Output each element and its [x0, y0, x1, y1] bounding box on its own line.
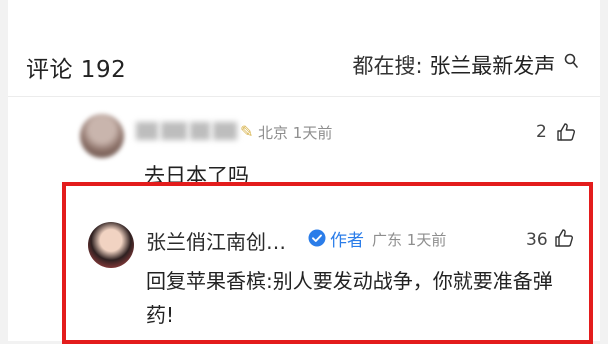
author-tag: 作者 [330, 231, 364, 251]
highlight-box: 张兰俏江南创… 作者 广东 1天前 36 回复苹果香槟:别人要发动战争，你就要准… [62, 182, 593, 344]
comment-location: 北京 [258, 124, 289, 142]
thumbs-up-icon[interactable] [554, 228, 574, 248]
blurred-username [136, 122, 240, 142]
trending-search[interactable]: 都在搜: 张兰最新发声 [353, 50, 578, 80]
trending-query[interactable]: 张兰最新发声 [429, 54, 555, 78]
header-divider [8, 96, 600, 97]
comment-time: 1天前 [292, 124, 333, 142]
avatar[interactable] [80, 114, 124, 158]
pen-icon: ✎ [240, 122, 254, 141]
comment-location: 广东 [372, 231, 403, 249]
comment-count: 评论 192 [26, 57, 127, 83]
comment-meta: 北京 1天前 [258, 122, 332, 143]
reply-text: 回复苹果香槟:别人要发动战争，你就要准备弹药! [146, 269, 553, 327]
like-count: 2 [536, 122, 547, 142]
avatar[interactable] [88, 222, 134, 268]
search-icon[interactable] [564, 53, 578, 69]
verified-icon [308, 229, 326, 247]
thumbs-up-icon[interactable] [556, 122, 576, 142]
comment-meta: 广东 1天前 [372, 229, 446, 250]
comment-time: 1天前 [406, 231, 447, 249]
like-count: 36 [526, 230, 548, 250]
comment-item[interactable]: ✎ 北京 1天前 2 去日本了吗 [8, 108, 600, 188]
comment-header: 评论 192 都在搜: 张兰最新发声 [8, 0, 600, 96]
comment-author[interactable]: 张兰俏江南创… [146, 226, 286, 255]
trending-label: 都在搜: [352, 54, 423, 78]
